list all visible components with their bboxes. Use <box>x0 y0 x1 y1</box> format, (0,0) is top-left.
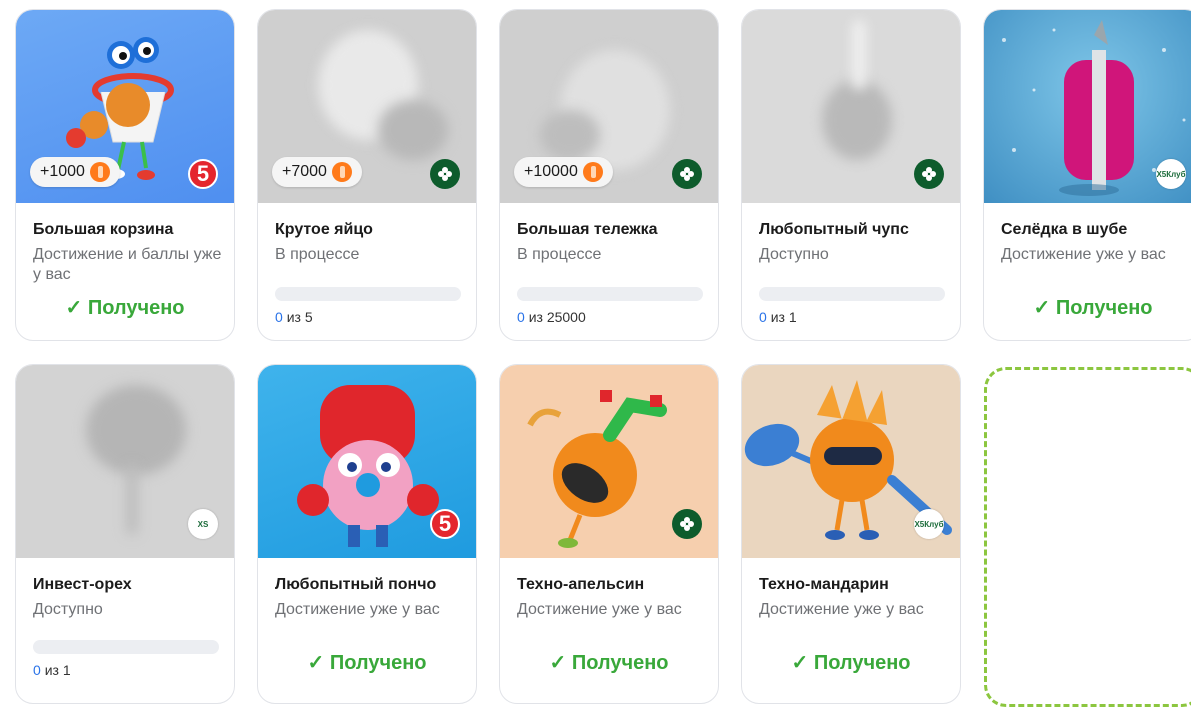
achievement-status-text: В процессе <box>275 246 360 263</box>
achievement-card[interactable]: 5 Любопытный пончо Достижение уже у вас … <box>257 364 477 704</box>
coin-icon <box>89 162 110 182</box>
achievement-image: X5Клуб <box>984 10 1191 203</box>
empty-slot-placeholder <box>984 367 1191 707</box>
received-label: Получено <box>87 297 185 319</box>
received-status: ✓ Получено <box>984 295 1191 320</box>
achievement-title: Любопытный пончо <box>275 576 437 593</box>
pyaterochka-badge-icon: 5 <box>430 509 460 539</box>
achievement-title: Техно-апельсин <box>517 576 645 593</box>
achievement-card[interactable]: +1000 5 Большая корзина Достижение и бал… <box>15 9 235 341</box>
progress-bar <box>275 287 461 301</box>
progress-total: из 25000 <box>528 309 586 325</box>
coin-icon <box>331 162 352 182</box>
achievement-image-locked: +7000 <box>258 10 476 203</box>
achievement-image-locked: XS <box>16 365 234 558</box>
points-value: +1000 <box>40 163 85 180</box>
achievement-status-text: Достижение уже у вас <box>1001 246 1166 263</box>
check-icon: ✓ <box>1033 297 1056 319</box>
achievement-title: Любопытный чупс <box>759 221 909 238</box>
achievement-image-locked <box>742 10 960 203</box>
check-icon: ✓ <box>791 652 814 674</box>
received-status: ✓ Получено <box>16 295 234 320</box>
achievement-image: X5Клуб <box>742 365 960 558</box>
check-icon: ✓ <box>307 652 330 674</box>
progress-current: 0 <box>33 662 41 678</box>
achievement-status-text: Доступно <box>33 601 103 618</box>
received-label: Получено <box>571 652 669 674</box>
achievement-title: Крутое яйцо <box>275 221 373 238</box>
achievements-grid: +1000 5 Большая корзина Достижение и бал… <box>0 0 1191 707</box>
achievement-card[interactable]: Любопытный чупс Доступно 0 из 1 <box>741 9 961 341</box>
achievement-image: 5 <box>258 365 476 558</box>
achievement-status-text: В процессе <box>517 246 602 263</box>
points-chip: +10000 <box>514 157 613 187</box>
achievement-image-locked: +10000 <box>500 10 718 203</box>
coin-icon <box>582 162 603 182</box>
points-value: +10000 <box>524 163 578 180</box>
received-label: Получено <box>329 652 427 674</box>
achievement-card[interactable]: X5Клуб Техно-мандарин Достижение уже у в… <box>741 364 961 704</box>
received-status: ✓ Получено <box>742 650 960 675</box>
achievement-card[interactable]: X5Клуб Селёдка в шубе Достижение уже у в… <box>983 9 1191 341</box>
perekrestok-badge-icon <box>914 159 944 189</box>
received-status: ✓ Получено <box>500 650 718 675</box>
achievement-status-text: Доступно <box>759 246 829 263</box>
progress-current: 0 <box>517 309 525 325</box>
progress-total: из 1 <box>770 309 797 325</box>
pyaterochka-badge-icon: 5 <box>188 159 218 189</box>
received-label: Получено <box>1055 297 1153 319</box>
points-chip: +7000 <box>272 157 362 187</box>
achievement-card[interactable]: Техно-апельсин Достижение уже у вас ✓ По… <box>499 364 719 704</box>
achievement-image: +1000 5 <box>16 10 234 203</box>
check-icon: ✓ <box>65 297 88 319</box>
achievement-title: Инвест-орех <box>33 576 132 593</box>
achievement-title: Селёдка в шубе <box>1001 221 1128 238</box>
progress-bar <box>759 287 945 301</box>
progress-count: 0 из 1 <box>759 309 797 325</box>
perekrestok-badge-icon <box>672 159 702 189</box>
progress-bar <box>33 640 219 654</box>
check-icon: ✓ <box>549 652 572 674</box>
achievement-card[interactable]: +10000 Большая тележка В процессе 0 из 2… <box>499 9 719 341</box>
progress-bar <box>517 287 703 301</box>
progress-count: 0 из 1 <box>33 662 71 678</box>
achievement-card[interactable]: XS Инвест-орех Доступно 0 из 1 <box>15 364 235 704</box>
progress-current: 0 <box>275 309 283 325</box>
achievement-card[interactable]: +7000 Крутое яйцо В процессе 0 из 5 <box>257 9 477 341</box>
achievement-status-text: Достижение уже у вас <box>275 601 440 618</box>
achievement-title: Большая корзина <box>33 221 174 238</box>
achievement-status-text: Достижение и баллы уже у вас <box>33 246 222 283</box>
received-label: Получено <box>813 652 911 674</box>
perekrestok-badge-icon <box>430 159 460 189</box>
xs-badge-icon: XS <box>188 509 218 539</box>
achievement-title: Большая тележка <box>517 221 658 238</box>
points-chip: +1000 <box>30 157 120 187</box>
achievement-title: Техно-мандарин <box>759 576 889 593</box>
x5club-badge-icon: X5Клуб <box>1156 159 1186 189</box>
perekrestok-badge-icon <box>672 509 702 539</box>
x5club-badge-icon: X5Клуб <box>914 509 944 539</box>
progress-total: из 1 <box>44 662 71 678</box>
points-value: +7000 <box>282 163 327 180</box>
received-status: ✓ Получено <box>258 650 476 675</box>
achievement-status-text: Достижение уже у вас <box>759 601 924 618</box>
achievement-image <box>500 365 718 558</box>
progress-count: 0 из 25000 <box>517 309 586 325</box>
progress-current: 0 <box>759 309 767 325</box>
progress-total: из 5 <box>286 309 313 325</box>
achievement-status-text: Достижение уже у вас <box>517 601 682 618</box>
progress-count: 0 из 5 <box>275 309 313 325</box>
